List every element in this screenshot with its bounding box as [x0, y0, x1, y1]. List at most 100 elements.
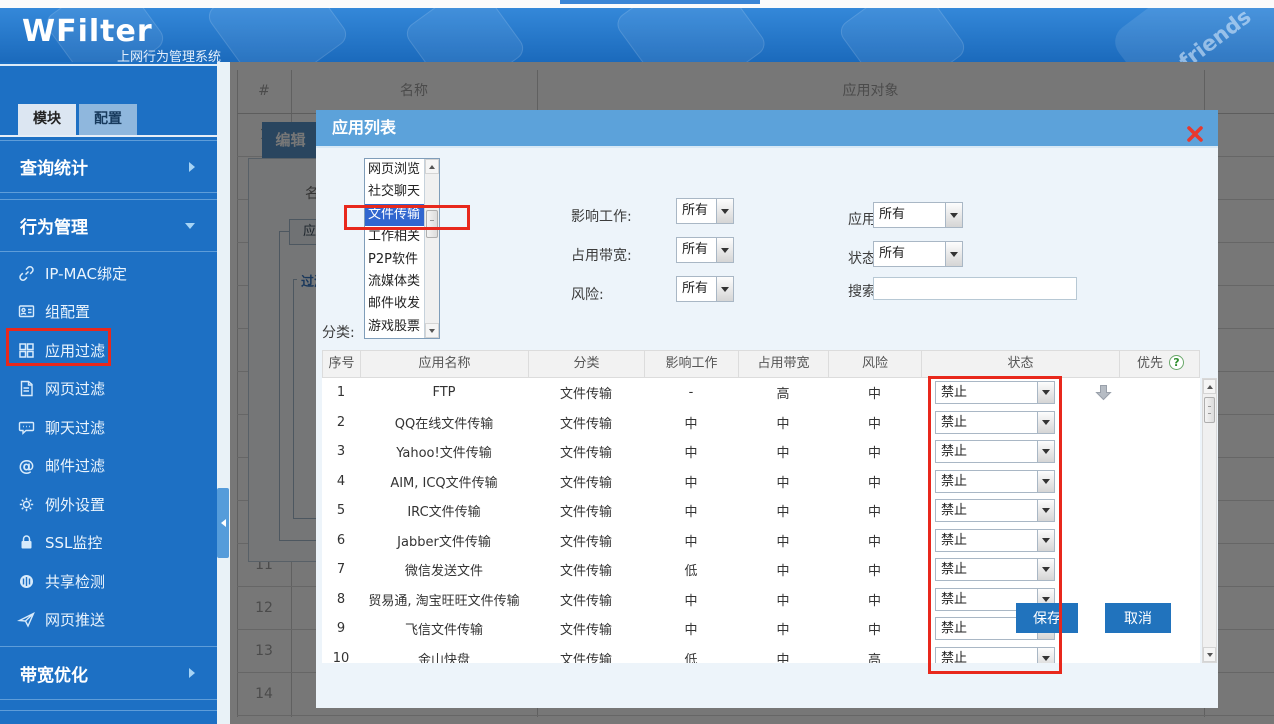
tab-modules[interactable]: 模块 — [18, 104, 76, 135]
status-filter-select[interactable]: 所有 — [873, 241, 963, 267]
sidebar-item-chat-filter[interactable]: 聊天过滤 — [0, 408, 217, 447]
category-option[interactable]: P2P软件 — [365, 249, 424, 271]
status-value: 禁止 — [936, 530, 1037, 551]
select-value: 所有 — [874, 203, 945, 227]
sidebar-section-query-stats[interactable]: 查询统计 — [0, 140, 217, 193]
cell-index: 4 — [322, 474, 360, 489]
status-select[interactable]: 禁止 — [935, 499, 1055, 522]
risk-select[interactable]: 所有 — [676, 276, 734, 302]
status-select[interactable]: 禁止 — [935, 647, 1055, 663]
status-select[interactable]: 禁止 — [935, 381, 1055, 404]
sidebar-item-ssl-monitor[interactable]: SSL监控 — [0, 524, 217, 563]
impact-select[interactable]: 所有 — [676, 198, 734, 224]
cell-bandwidth: 中 — [738, 590, 828, 609]
sidebar-item-exception-settings[interactable]: 例外设置 — [0, 485, 217, 524]
category-option[interactable]: 社交聊天 — [365, 181, 424, 203]
close-icon[interactable] — [1186, 120, 1204, 138]
sidebar-item-label: 组配置 — [45, 301, 90, 322]
sidebar-gutter — [217, 62, 230, 724]
sidebar-item-label: 网页过滤 — [45, 378, 105, 399]
cell-app-name: 微信发送文件 — [360, 560, 528, 579]
scrollbar-thumb[interactable] — [426, 210, 438, 238]
bandwidth-label: 占用带宽: — [571, 245, 632, 265]
status-value: 禁止 — [936, 500, 1037, 521]
scroll-up-icon[interactable] — [1203, 379, 1216, 394]
source-select[interactable]: 所有 — [873, 202, 963, 228]
cell-bandwidth: 中 — [738, 649, 828, 663]
cell-category: 文件传输 — [528, 472, 644, 491]
status-value: 禁止 — [936, 382, 1037, 403]
category-option[interactable]: 流媒体类 — [365, 271, 424, 293]
category-option[interactable]: 文件传输 — [365, 204, 424, 226]
sidebar-collapse-handle[interactable] — [217, 488, 229, 558]
cell-bandwidth: 中 — [738, 501, 828, 520]
status-select[interactable]: 禁止 — [935, 411, 1055, 434]
table-row: 7 微信发送文件 文件传输 低 中 中 禁止 — [322, 555, 1200, 585]
chevron-down-icon — [185, 223, 195, 229]
sidebar-item-web-push[interactable]: 网页推送 — [0, 601, 217, 640]
save-button[interactable]: 保存 — [1016, 603, 1078, 633]
move-down-icon[interactable] — [1094, 383, 1113, 402]
cancel-button[interactable]: 取消 — [1105, 603, 1171, 633]
app-list-dialog: 应用列表 分类: 网页浏览 社交聊天 — [316, 110, 1218, 708]
category-option-label: P2P软件 — [368, 252, 418, 267]
impact-label: 影响工作: — [571, 206, 632, 226]
sidebar-item-web-filter[interactable]: 网页过滤 — [0, 370, 217, 409]
chevron-down-icon — [1037, 648, 1054, 663]
sidebar-section-stub — [0, 710, 217, 724]
sidebar-item-label: 聊天过滤 — [45, 417, 105, 438]
cell-category: 文件传输 — [528, 531, 644, 550]
globe-icon — [17, 572, 36, 591]
scrollbar-thumb[interactable] — [1204, 397, 1215, 423]
id-card-icon — [17, 302, 36, 321]
cell-category: 文件传输 — [528, 590, 644, 609]
status-select[interactable]: 禁止 — [935, 529, 1055, 552]
category-option[interactable]: 工作相关 — [365, 226, 424, 248]
section-label: 带宽优化 — [20, 661, 88, 686]
sidebar-item-ip-mac-binding[interactable]: IP-MAC绑定 — [0, 254, 217, 293]
table-scrollbar[interactable] — [1202, 378, 1217, 663]
cell-bandwidth: 中 — [738, 472, 828, 491]
cell-risk: 中 — [828, 590, 921, 609]
sidebar-section-behavior-mgmt[interactable]: 行为管理 — [0, 199, 217, 252]
sidebar-item-share-detect[interactable]: 共享检测 — [0, 562, 217, 601]
category-option-label: 流媒体类 — [368, 274, 420, 289]
status-select[interactable]: 禁止 — [935, 470, 1055, 493]
cell-risk: 中 — [828, 383, 921, 402]
sidebar-section-bandwidth[interactable]: 带宽优化 — [0, 646, 217, 700]
sidebar-item-group-config[interactable]: 组配置 — [0, 293, 217, 332]
listbox-scrollbar[interactable] — [424, 159, 439, 338]
category-option[interactable]: 网页浏览 — [365, 159, 424, 181]
status-select[interactable]: 禁止 — [935, 440, 1055, 463]
category-option[interactable]: 邮件收发 — [365, 293, 424, 315]
browser-strip — [0, 0, 1274, 8]
cell-category: 文件传输 — [528, 649, 644, 663]
cell-app-name: Jabber文件传输 — [360, 531, 528, 550]
cell-app-name: IRC文件传输 — [360, 501, 528, 520]
scroll-up-icon[interactable] — [425, 159, 439, 174]
cell-bandwidth: 中 — [738, 531, 828, 550]
keyboard-decor-key — [402, 8, 528, 62]
category-option-label: 社交聊天 — [368, 184, 420, 199]
bandwidth-select[interactable]: 所有 — [676, 237, 734, 263]
cell-category: 文件传输 — [528, 501, 644, 520]
tab-config[interactable]: 配置 — [79, 104, 137, 135]
chevron-left-icon — [221, 519, 226, 527]
cell-category: 文件传输 — [528, 413, 644, 432]
cell-index: 1 — [322, 385, 360, 400]
status-select[interactable]: 禁止 — [935, 558, 1055, 581]
scroll-down-icon[interactable] — [425, 323, 439, 338]
search-input[interactable] — [873, 277, 1077, 300]
sidebar-item-app-filter[interactable]: 应用过滤 — [0, 331, 217, 370]
sidebar-tabs: 模块 配置 — [0, 104, 217, 137]
chevron-down-icon — [1037, 382, 1054, 403]
table-row: 4 AIM, ICQ文件传输 文件传输 中 中 中 禁止 — [322, 467, 1200, 497]
category-option[interactable]: 游戏股票 — [365, 316, 424, 338]
status-value: 禁止 — [936, 412, 1037, 433]
category-option-label: 邮件收发 — [368, 296, 420, 311]
help-icon[interactable]: ? — [1169, 355, 1184, 370]
scroll-down-icon[interactable] — [1203, 647, 1216, 662]
priority-label: 优先 — [1137, 356, 1163, 371]
sidebar-item-mail-filter[interactable]: @ 邮件过滤 — [0, 447, 217, 486]
keyboard-decor-key — [613, 8, 769, 62]
